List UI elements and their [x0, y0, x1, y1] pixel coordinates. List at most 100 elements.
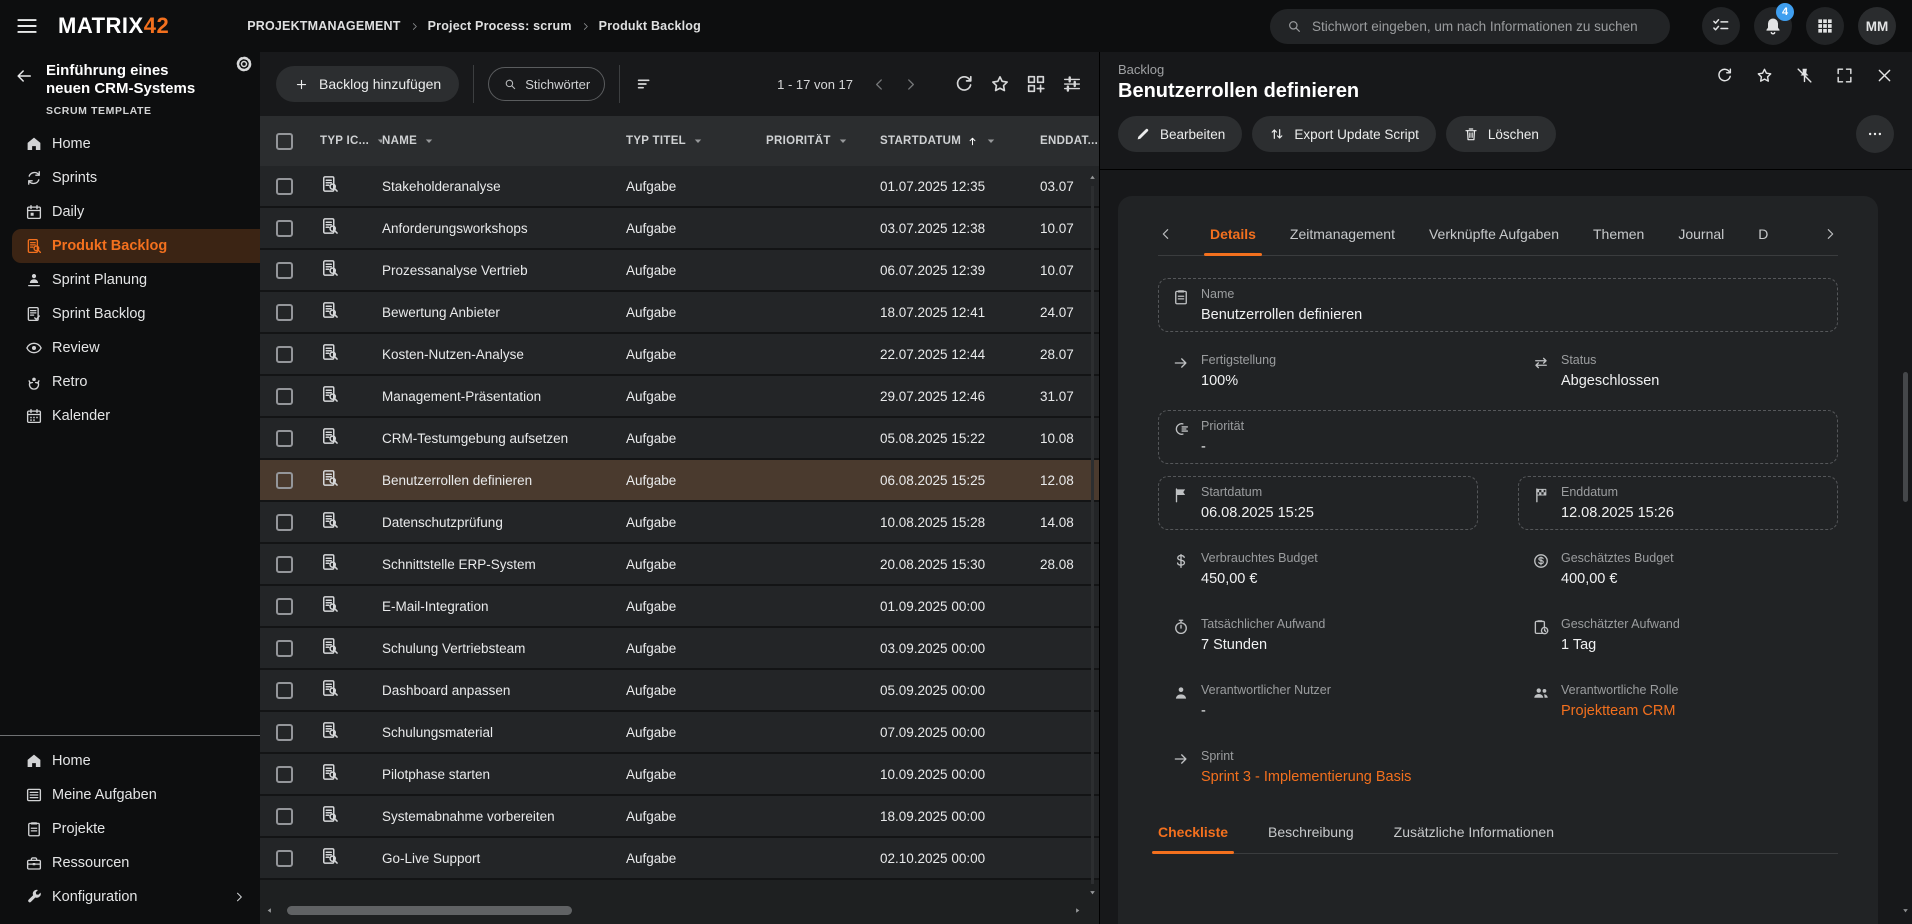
table-row[interactable]: Schnittstelle ERP-System Aufgabe 20.08.2…	[260, 544, 1099, 586]
sidebar-bottom-item[interactable]: Home	[0, 744, 260, 778]
row-checkbox[interactable]	[276, 808, 293, 825]
user-avatar[interactable]: MM	[1858, 7, 1896, 45]
filter-button[interactable]	[634, 73, 656, 95]
table-row[interactable]: Management-Präsentation Aufgabe 29.07.20…	[260, 376, 1099, 418]
field[interactable]: Fertigstellung 100%	[1158, 344, 1478, 398]
breadcrumb-item[interactable]: Project Process: scrum	[428, 19, 591, 33]
field[interactable]: Verantwortlicher Nutzer -	[1158, 674, 1478, 728]
sidebar-bottom-item[interactable]: Ressourcen	[0, 846, 260, 880]
global-search-input[interactable]	[1312, 19, 1654, 34]
row-checkbox[interactable]	[276, 640, 293, 657]
layout-button[interactable]	[1025, 73, 1047, 95]
column-header[interactable]: NAME	[382, 134, 626, 148]
sidebar-bottom-item[interactable]: Projekte	[0, 812, 260, 846]
field[interactable]: Tatsächlicher Aufwand 7 Stunden	[1158, 608, 1478, 662]
row-checkbox[interactable]	[276, 556, 293, 573]
scrollbar-thumb[interactable]	[287, 906, 572, 915]
sidebar-bottom-item[interactable]: Meine Aufgaben	[0, 778, 260, 812]
table-row[interactable]: Benutzerrollen definieren Aufgabe 06.08.…	[260, 460, 1099, 502]
panel-tab[interactable]: D	[1758, 226, 1768, 242]
table-row[interactable]: Systemabnahme vorbereiten Aufgabe 18.09.…	[260, 796, 1099, 838]
row-checkbox[interactable]	[276, 220, 293, 237]
field[interactable]: Geschätzter Aufwand 1 Tag	[1518, 608, 1838, 662]
panel-close-button[interactable]	[1875, 66, 1894, 85]
field[interactable]: Enddatum 12.08.2025 15:26	[1518, 476, 1838, 530]
tabs-scroll-left[interactable]	[1158, 226, 1174, 242]
column-header[interactable]: TYP IC...	[320, 134, 382, 148]
scrollbar-thumb[interactable]	[1903, 372, 1908, 502]
row-checkbox[interactable]	[276, 262, 293, 279]
table-row[interactable]: Dashboard anpassen Aufgabe 05.09.2025 00…	[260, 670, 1099, 712]
field[interactable]: Status Abgeschlossen	[1518, 344, 1838, 398]
field[interactable]: Priorität -	[1158, 410, 1838, 464]
global-search[interactable]	[1270, 9, 1670, 44]
scroll-up-icon[interactable]	[1087, 172, 1098, 183]
field[interactable]: Verbrauchtes Budget 450,00 €	[1158, 542, 1478, 596]
row-checkbox[interactable]	[276, 682, 293, 699]
table-row[interactable]: Stakeholderanalyse Aufgabe 01.07.2025 12…	[260, 166, 1099, 208]
table-row[interactable]: Bewertung Anbieter Aufgabe 18.07.2025 12…	[260, 292, 1099, 334]
panel-tab[interactable]: Details	[1210, 226, 1256, 242]
vertical-scrollbar[interactable]	[1086, 172, 1098, 898]
panel-tab[interactable]: Zeitmanagement	[1290, 226, 1395, 242]
sidebar-item[interactable]: Sprint Planung	[0, 263, 260, 297]
panel-tab[interactable]: Themen	[1593, 226, 1644, 242]
table-row[interactable]: Pilotphase starten Aufgabe 10.09.2025 00…	[260, 754, 1099, 796]
field[interactable]: Verantwortliche Rolle Projektteam CRM	[1518, 674, 1838, 728]
sidebar-item[interactable]: Sprints	[0, 161, 260, 195]
next-page-button[interactable]	[902, 76, 919, 93]
field[interactable]: Geschätztes Budget 400,00 €	[1518, 542, 1838, 596]
column-header[interactable]: ENDDAT...	[1040, 135, 1099, 147]
sidebar-item[interactable]: Daily	[0, 195, 260, 229]
table-row[interactable]: E-Mail-Integration Aufgabe 01.09.2025 00…	[260, 586, 1099, 628]
notifications-button[interactable]: 4	[1754, 7, 1792, 45]
row-checkbox[interactable]	[276, 346, 293, 363]
panel-scrollbar[interactable]	[1901, 252, 1909, 916]
sidebar-item[interactable]: Produkt Backlog	[12, 229, 260, 263]
column-header[interactable]: STARTDATUM	[880, 134, 1040, 148]
column-menu-icon[interactable]	[422, 134, 436, 148]
row-checkbox[interactable]	[276, 850, 293, 867]
column-menu-icon[interactable]	[836, 134, 850, 148]
panel-tab[interactable]: Journal	[1678, 226, 1724, 242]
sidebar-item[interactable]: Kalender	[0, 399, 260, 433]
back-button[interactable]	[14, 66, 34, 86]
table-row[interactable]: Prozessanalyse Vertrieb Aufgabe 06.07.20…	[260, 250, 1099, 292]
select-all-checkbox[interactable]	[276, 133, 293, 150]
panel-favorite-button[interactable]	[1755, 66, 1774, 85]
sidebar-item[interactable]: Review	[0, 331, 260, 365]
list-search[interactable]: Stichwörter	[488, 67, 605, 101]
table-row[interactable]: Kosten-Nutzen-Analyse Aufgabe 22.07.2025…	[260, 334, 1099, 376]
horizontal-scrollbar[interactable]	[264, 904, 1083, 916]
more-actions-button[interactable]	[1856, 115, 1894, 153]
scroll-down-icon[interactable]	[1087, 887, 1098, 898]
tabs-scroll-right[interactable]	[1822, 226, 1838, 242]
table-row[interactable]: Schulung Vertriebsteam Aufgabe 03.09.202…	[260, 628, 1099, 670]
column-menu-icon[interactable]	[984, 134, 998, 148]
row-checkbox[interactable]	[276, 766, 293, 783]
row-checkbox[interactable]	[276, 514, 293, 531]
row-checkbox[interactable]	[276, 598, 293, 615]
panel-tab[interactable]: Verknüpfte Aufgaben	[1429, 226, 1559, 242]
table-row[interactable]: Go-Live Support Aufgabe 02.10.2025 00:00	[260, 838, 1099, 880]
tasks-button[interactable]	[1702, 7, 1740, 45]
sidebar-item[interactable]: Retro	[0, 365, 260, 399]
field[interactable]: Sprint Sprint 3 - Implementierung Basis	[1158, 740, 1478, 794]
view-settings-button[interactable]	[1061, 73, 1083, 95]
favorite-button[interactable]	[989, 73, 1011, 95]
row-checkbox[interactable]	[276, 472, 293, 489]
panel-refresh-button[interactable]	[1715, 66, 1734, 85]
table-row[interactable]: Schulungsmaterial Aufgabe 07.09.2025 00:…	[260, 712, 1099, 754]
row-checkbox[interactable]	[276, 178, 293, 195]
breadcrumb-item[interactable]: Produkt Backlog	[599, 19, 701, 33]
panel-action-button[interactable]: Löschen	[1446, 116, 1556, 152]
column-header[interactable]: PRIORITÄT	[766, 134, 880, 148]
bottom-tab[interactable]: Zusätzliche Informationen	[1394, 824, 1554, 840]
column-header[interactable]: TYP TITEL	[626, 134, 766, 148]
refresh-button[interactable]	[953, 73, 975, 95]
table-row[interactable]: Datenschutzprüfung Aufgabe 10.08.2025 15…	[260, 502, 1099, 544]
sidebar-item[interactable]: Sprint Backlog	[0, 297, 260, 331]
field[interactable]: Name Benutzerrollen definieren	[1158, 278, 1838, 332]
bottom-tab[interactable]: Checkliste	[1158, 824, 1228, 840]
column-menu-icon[interactable]	[691, 134, 705, 148]
